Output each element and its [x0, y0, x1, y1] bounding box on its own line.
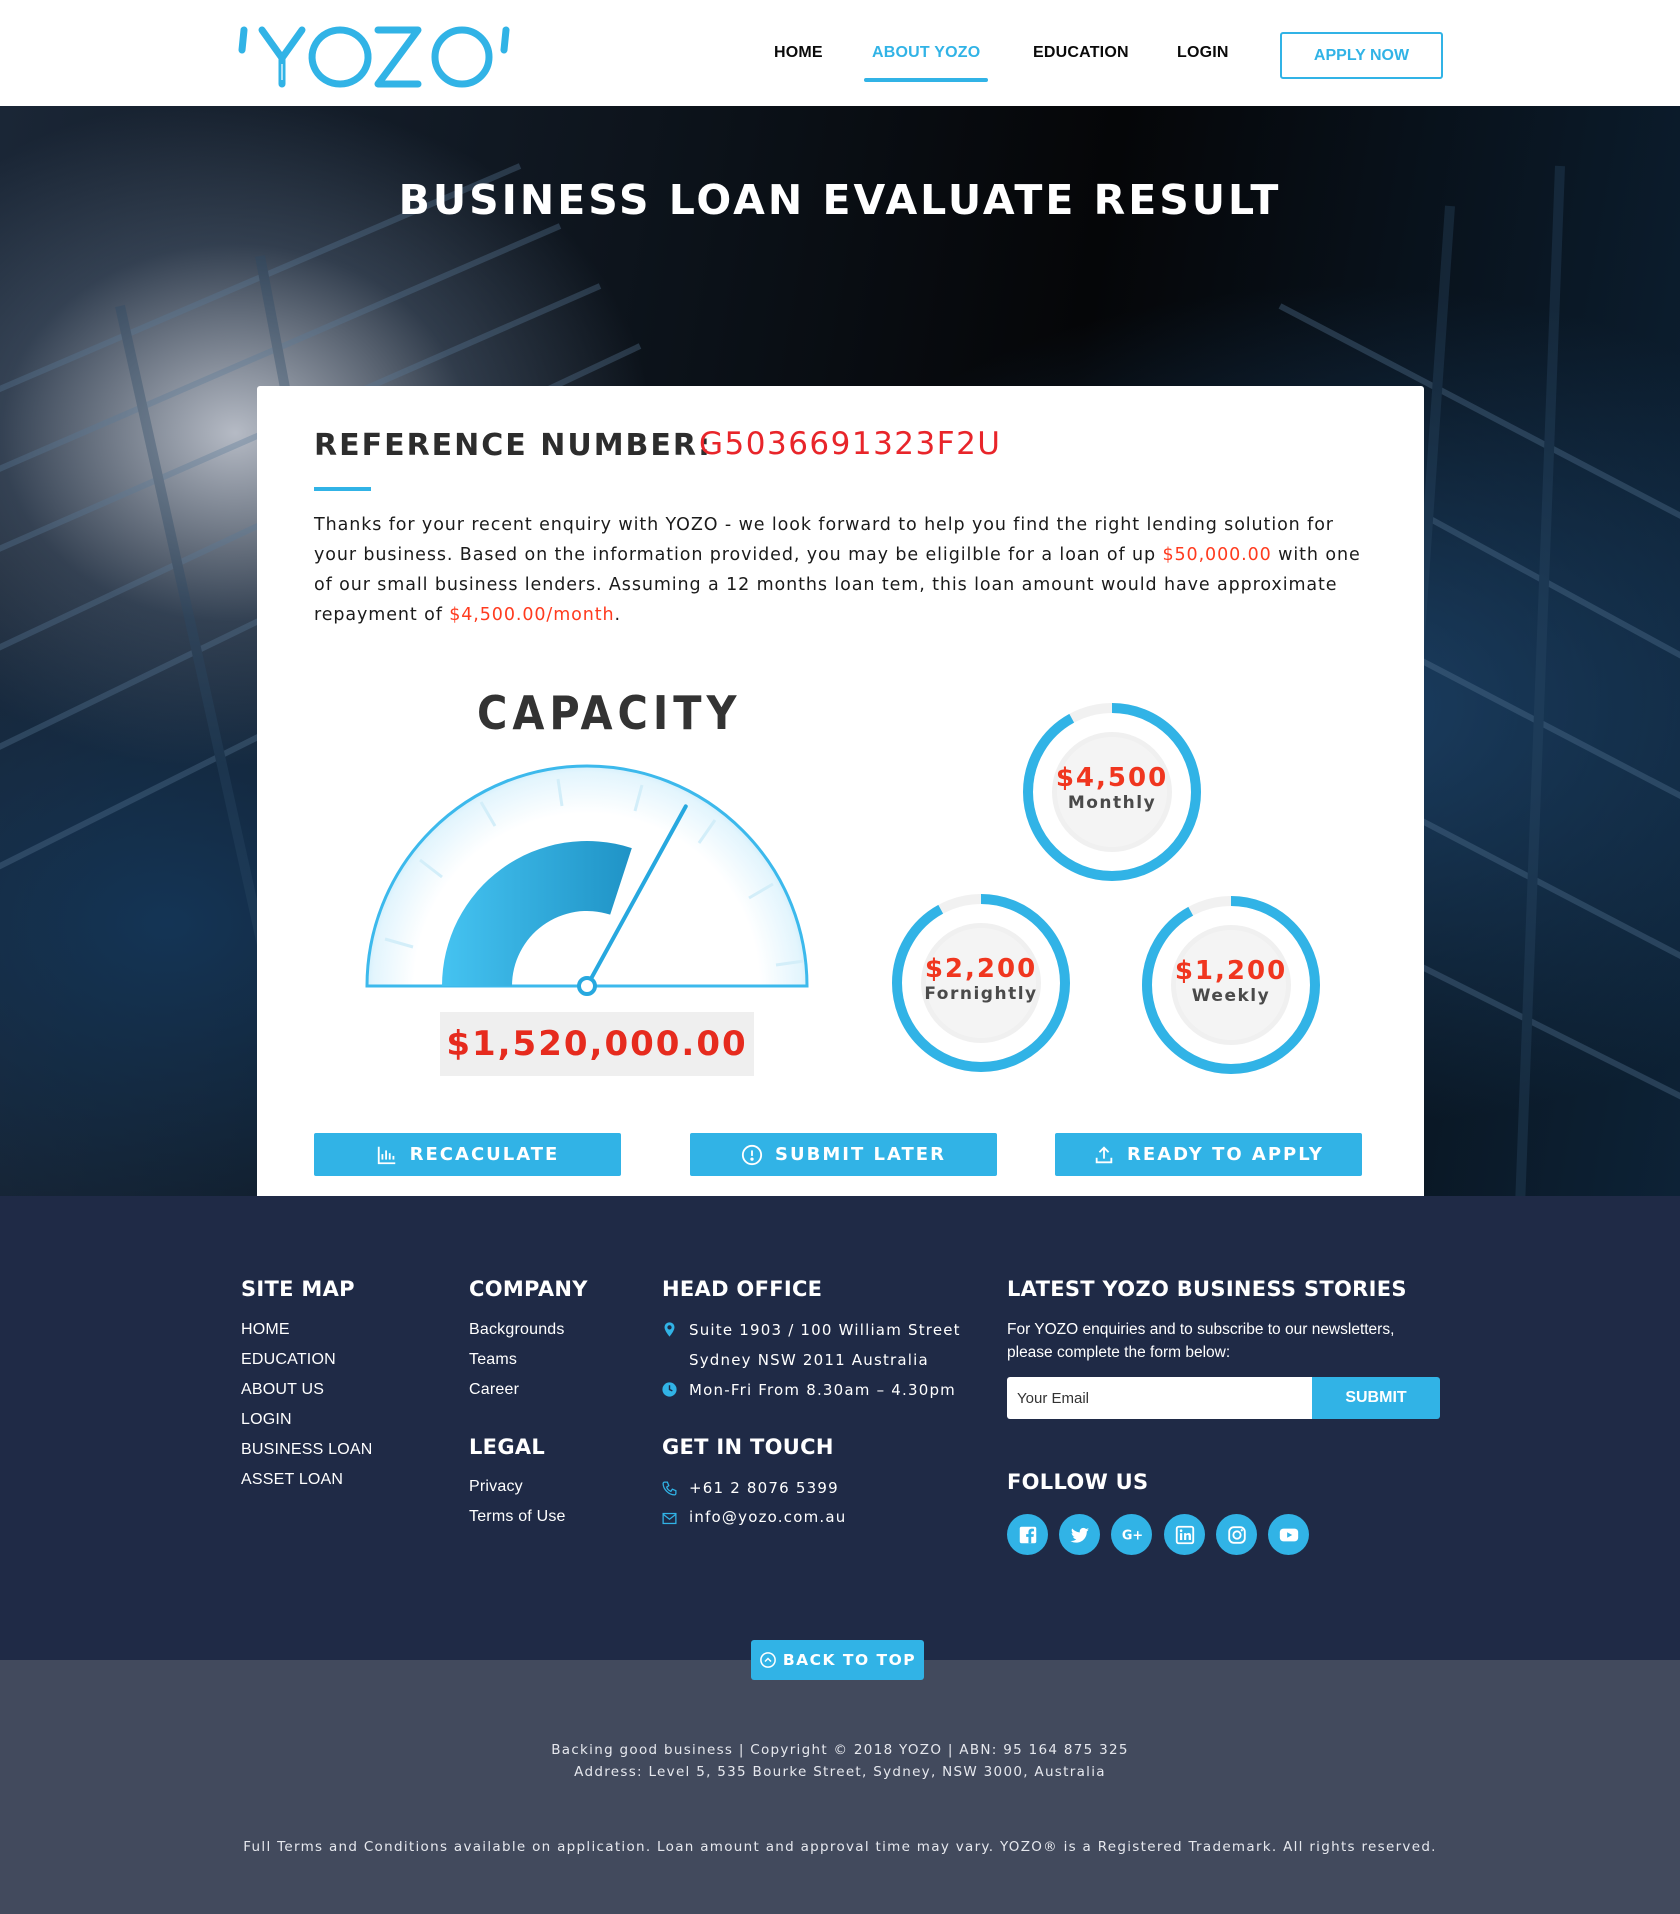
instagram-icon	[1227, 1525, 1246, 1544]
ready-to-apply-button[interactable]: READY TO APPLY	[1055, 1133, 1362, 1176]
back-to-top-button[interactable]: BACK TO TOP	[751, 1640, 924, 1680]
footer-link-login[interactable]: LOGIN	[241, 1411, 292, 1429]
monthly-repayment-ring: $4,500 Monthly	[1019, 699, 1205, 885]
monthly-ring-label: $4,500 Monthly	[1019, 763, 1205, 813]
result-summary: Thanks for your recent enquiry with YOZO…	[314, 510, 1374, 630]
follow-us-title: FOLLOW US	[1007, 1470, 1149, 1494]
twitter-icon	[1069, 1527, 1089, 1543]
legal-title: LEGAL	[469, 1435, 546, 1459]
fortnightly-amount: $2,200	[924, 954, 1038, 984]
fortnightly-repayment-ring: $2,200 Fornightly	[888, 890, 1074, 1076]
hero-section: BUSINESS LOAN EVALUATE RESULT REFERENCE …	[0, 106, 1680, 1196]
office-address-line-1: Suite 1903 / 100 William Street	[689, 1321, 961, 1339]
twitter-link[interactable]	[1059, 1514, 1100, 1555]
footer-link-asset-loan[interactable]: ASSET LOAN	[241, 1471, 343, 1489]
youtube-icon	[1279, 1528, 1298, 1541]
submit-later-label: SUBMIT LATER	[775, 1144, 946, 1165]
capacity-gauge	[365, 764, 809, 996]
svg-text:G+: G+	[1121, 1528, 1142, 1543]
submit-later-button[interactable]: SUBMIT LATER	[690, 1133, 997, 1176]
location-pin-icon	[664, 1322, 675, 1337]
copyright-bar	[0, 1660, 1680, 1914]
company-title: COMPANY	[469, 1277, 588, 1301]
chevron-up-circle-icon	[759, 1652, 776, 1668]
capacity-value: $1,520,000.00	[440, 1012, 754, 1076]
clock-icon	[662, 1382, 677, 1397]
recalculate-button[interactable]: RECACULATE	[314, 1133, 621, 1176]
recalculate-label: RECACULATE	[409, 1144, 560, 1165]
contact-email[interactable]: info@yozo.com.au	[689, 1508, 846, 1526]
newsletter-submit-button[interactable]: SUBMIT	[1312, 1377, 1440, 1419]
google-plus-icon: G+	[1121, 1528, 1142, 1543]
sitemap-title: SITE MAP	[241, 1277, 355, 1301]
page-title: BUSINESS LOAN EVALUATE RESULT	[398, 176, 1282, 224]
fortnightly-period: Fornightly	[924, 984, 1038, 1004]
newsletter-title: LATEST YOZO BUSINESS STORIES	[1007, 1277, 1407, 1301]
weekly-repayment-ring: $1,200 Weekly	[1138, 892, 1324, 1078]
footer-link-education[interactable]: EDUCATION	[241, 1351, 336, 1369]
weekly-amount: $1,200	[1174, 956, 1288, 986]
alert-circle-icon	[741, 1144, 763, 1165]
linkedin-link[interactable]	[1164, 1514, 1205, 1555]
newsletter-text-1: For YOZO enquiries and to subscribe to o…	[1007, 1321, 1395, 1338]
needle-pivot	[577, 976, 597, 996]
facebook-icon	[1019, 1526, 1036, 1543]
footer-link-business-loan[interactable]: BUSINESS LOAN	[241, 1441, 373, 1459]
footer-link-privacy[interactable]: Privacy	[469, 1478, 523, 1496]
ready-to-apply-label: READY TO APPLY	[1127, 1144, 1324, 1165]
nav-education[interactable]: EDUCATION	[1033, 44, 1129, 62]
office-hours: Mon-Fri From 8.30am – 4.30pm	[689, 1381, 956, 1399]
office-address-line-2: Sydney NSW 2011 Australia	[689, 1351, 929, 1369]
footer-link-career[interactable]: Career	[469, 1381, 519, 1399]
reference-number: G5036691323F2U	[699, 426, 1002, 462]
fortnightly-ring-label: $2,200 Fornightly	[888, 954, 1074, 1004]
site-header: HOME ABOUT YOZO EDUCATION LOGIN APPLY NO…	[0, 0, 1680, 106]
disclaimer: Full Terms and Conditions available on a…	[243, 1839, 1437, 1855]
footer-link-backgrounds[interactable]: Backgrounds	[469, 1321, 565, 1339]
main-nav: HOME ABOUT YOZO EDUCATION LOGIN APPLY NO…	[0, 0, 1680, 106]
summary-text-3: .	[614, 605, 621, 625]
footer-link-home[interactable]: HOME	[241, 1321, 290, 1339]
apply-now-button[interactable]: APPLY NOW	[1280, 32, 1443, 79]
youtube-link[interactable]	[1268, 1514, 1309, 1555]
newsletter-email-input[interactable]	[1007, 1377, 1312, 1419]
get-in-touch-title: GET IN TOUCH	[662, 1435, 834, 1459]
monthly-amount: $4,500	[1055, 763, 1169, 793]
head-office-title: HEAD OFFICE	[662, 1277, 823, 1301]
loan-amount: $50,000.00	[1162, 545, 1272, 565]
result-card: REFERENCE NUMBER: G5036691323F2U Thanks …	[257, 386, 1424, 1196]
google-plus-link[interactable]: G+	[1111, 1514, 1152, 1555]
weekly-period: Weekly	[1191, 986, 1271, 1006]
phone-icon	[662, 1481, 677, 1496]
facebook-link[interactable]	[1007, 1514, 1048, 1555]
contact-phone[interactable]: +61 2 8076 5399	[689, 1479, 839, 1497]
capacity-title: CAPACITY	[477, 686, 742, 740]
mail-icon	[662, 1512, 677, 1525]
weekly-ring-label: $1,200 Weekly	[1138, 956, 1324, 1006]
footer-link-terms[interactable]: Terms of Use	[469, 1508, 566, 1526]
title-underline	[314, 487, 371, 491]
reference-label: REFERENCE NUMBER:	[314, 428, 713, 463]
newsletter-text-2: please complete the form below:	[1007, 1344, 1231, 1361]
footer-link-about-us[interactable]: ABOUT US	[241, 1381, 324, 1399]
linkedin-icon	[1175, 1525, 1194, 1544]
copyright-line-1: Backing good business | Copyright © 2018…	[551, 1742, 1129, 1758]
bar-chart-icon	[377, 1146, 395, 1164]
instagram-link[interactable]	[1216, 1514, 1257, 1555]
monthly-period: Monthly	[1067, 793, 1157, 813]
footer-link-teams[interactable]: Teams	[469, 1351, 517, 1369]
upload-icon	[1095, 1145, 1113, 1163]
repayment-amount: $4,500.00/month	[449, 605, 615, 625]
copyright-line-2: Address: Level 5, 535 Bourke Street, Syd…	[574, 1764, 1106, 1780]
back-to-top-label: BACK TO TOP	[782, 1651, 917, 1669]
nav-login[interactable]: LOGIN	[1177, 44, 1229, 62]
nav-about-yozo[interactable]: ABOUT YOZO	[872, 44, 980, 62]
nav-home[interactable]: HOME	[774, 44, 823, 62]
active-nav-indicator	[864, 78, 988, 82]
